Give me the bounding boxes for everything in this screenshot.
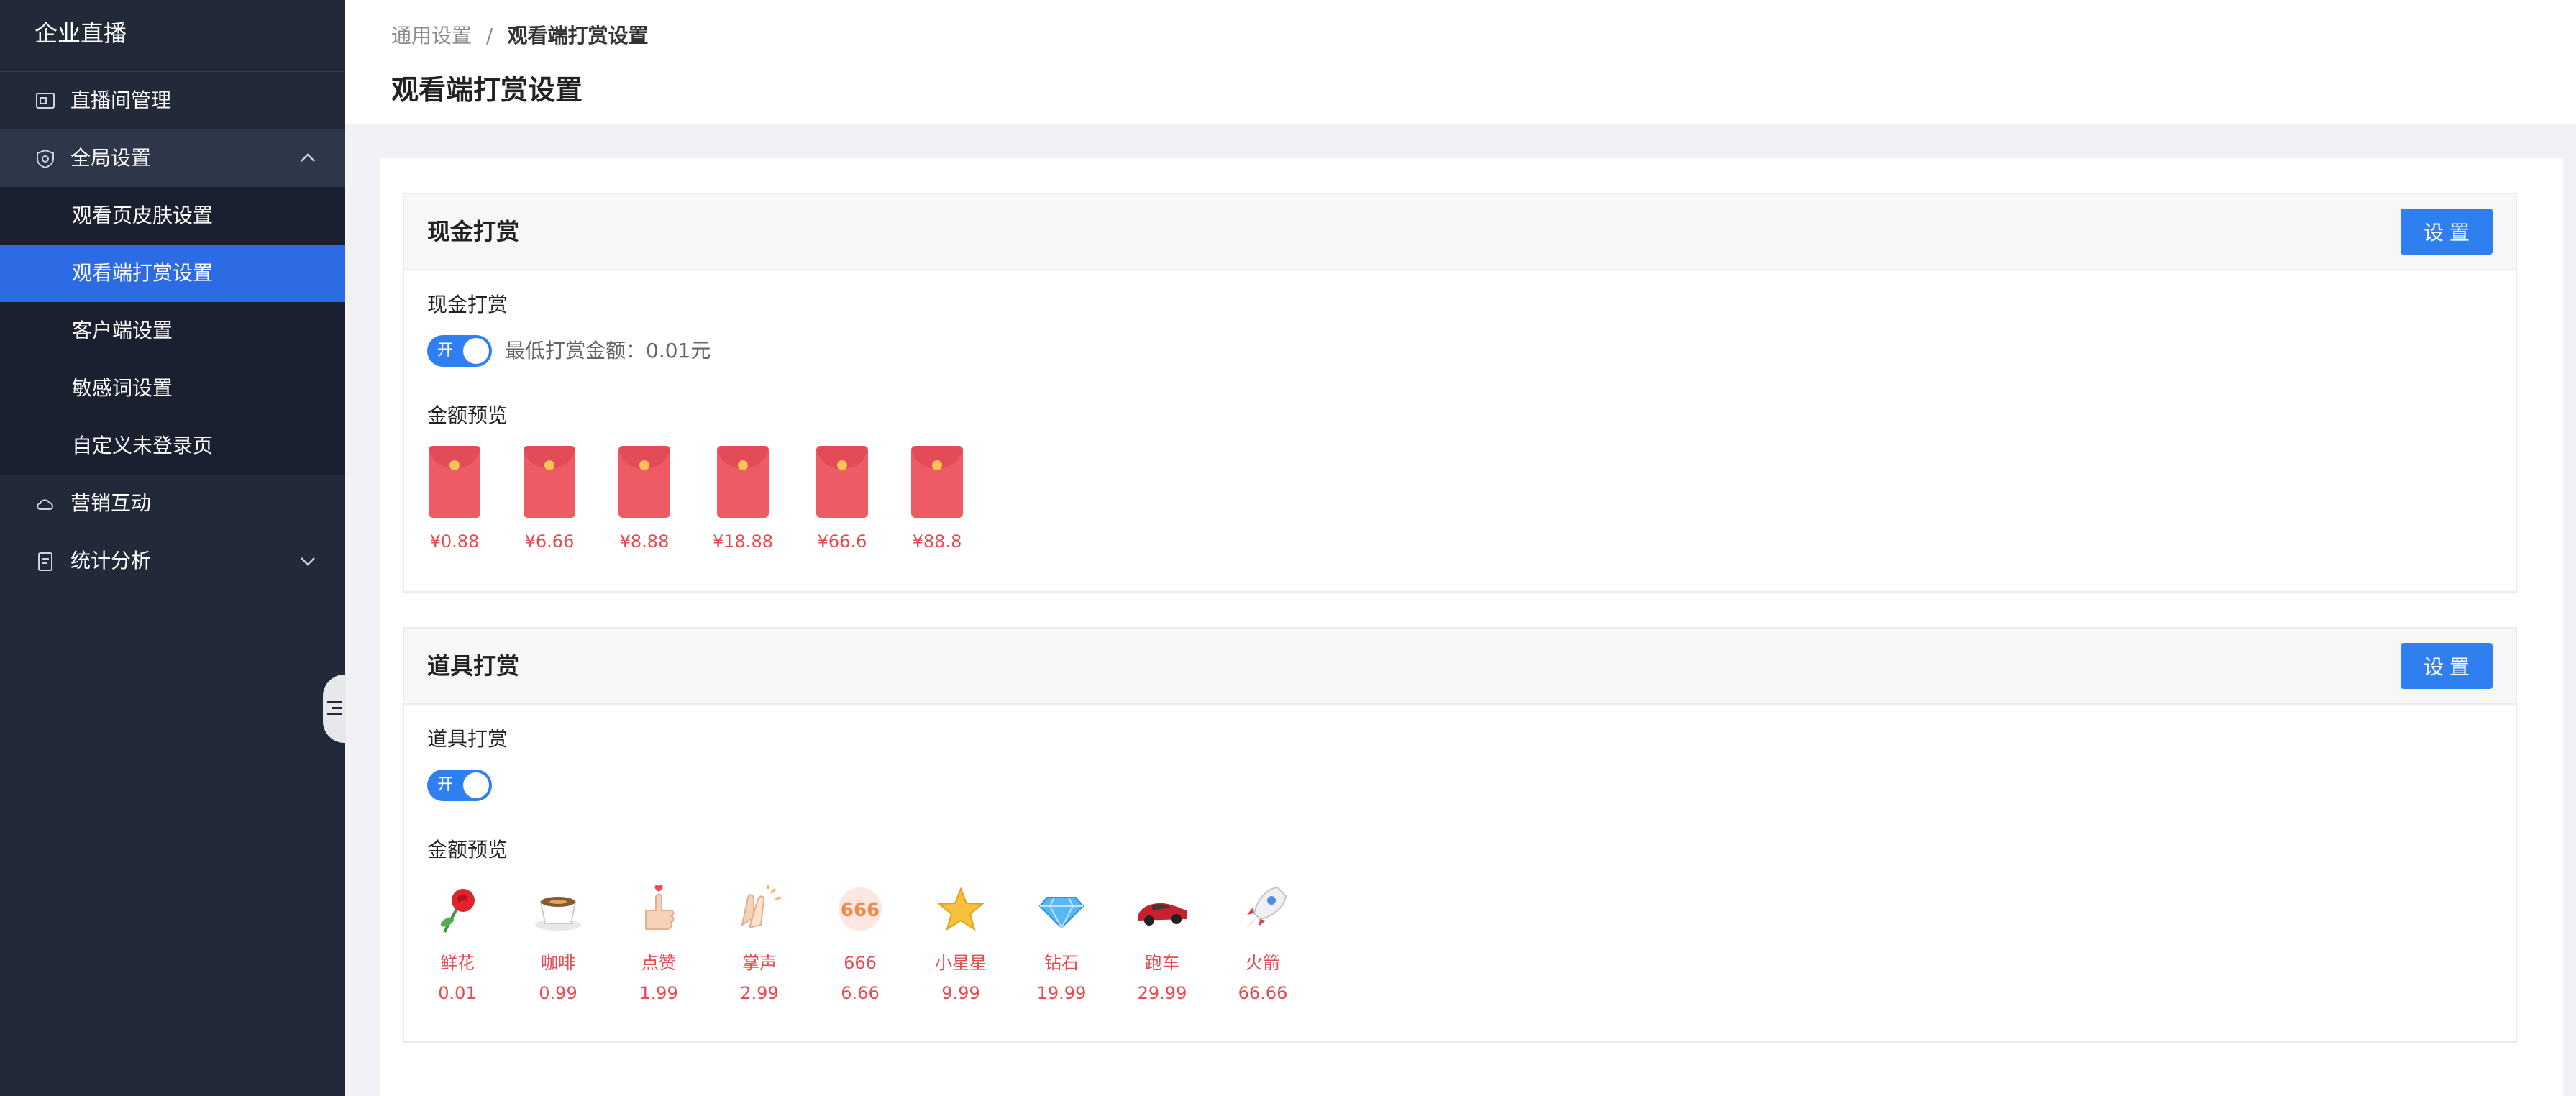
sidebar-item-live-room[interactable]: 直播间管理 bbox=[0, 72, 345, 129]
page-title: 观看端打赏设置 bbox=[391, 74, 583, 106]
gift-price: 1.99 bbox=[639, 983, 678, 1003]
envelope-amount: ¥18.88 bbox=[713, 531, 773, 552]
rocket-icon bbox=[1246, 886, 1287, 929]
card-header: 道具打赏 设置 bbox=[404, 629, 2516, 705]
breadcrumb-current: 观看端打赏设置 bbox=[507, 24, 649, 47]
gift-name: 小星星 bbox=[935, 953, 987, 973]
gift-price: 2.99 bbox=[740, 983, 779, 1003]
clap-icon bbox=[741, 885, 782, 929]
sidebar-subitem-client[interactable]: 客户端设置 bbox=[0, 302, 345, 360]
envelope-amount: ¥8.88 bbox=[619, 531, 670, 552]
page-header: 通用设置 / 观看端打赏设置 观看端打赏设置 bbox=[345, 0, 2576, 124]
sidebar-item-global-settings[interactable]: 全局设置 bbox=[0, 129, 345, 187]
svg-text:666: 666 bbox=[841, 900, 880, 921]
red-envelope-icon bbox=[429, 446, 480, 518]
card-title: 道具打赏 bbox=[427, 652, 520, 680]
gift-price: 19.99 bbox=[1036, 983, 1087, 1003]
gift-name: 火箭 bbox=[1246, 953, 1280, 973]
red-envelope-icon bbox=[524, 446, 575, 518]
sidebar-item-label: 营销互动 bbox=[70, 491, 152, 515]
sidebar-item-label: 直播间管理 bbox=[70, 88, 172, 112]
sidebar-item-label: 全局设置 bbox=[70, 146, 152, 170]
sidebar-item-label: 统计分析 bbox=[70, 549, 152, 572]
gift-name: 跑车 bbox=[1145, 953, 1179, 973]
amount-preview-label: 金额预览 bbox=[427, 838, 508, 862]
sidebar-collapse-handle[interactable] bbox=[323, 675, 346, 743]
toggle-knob bbox=[463, 338, 489, 364]
star-icon bbox=[937, 887, 985, 931]
red-envelope-icon bbox=[618, 446, 670, 518]
sidebar: 企业直播 直播间管理 全局设置 观看页皮肤设置 观看端打赏设置 客户端设置 敏感… bbox=[0, 0, 346, 1096]
gift-price: 0.99 bbox=[539, 983, 577, 1003]
chevron-down-icon bbox=[301, 557, 315, 566]
cloud-icon bbox=[37, 499, 53, 510]
min-amount-note: 最低打赏金额：0.01元 bbox=[505, 339, 711, 362]
cash-reward-toggle[interactable]: 开 bbox=[427, 335, 492, 367]
gift-price: 66.66 bbox=[1238, 983, 1288, 1003]
gift-price: 6.66 bbox=[841, 983, 880, 1003]
prop-reward-settings-button[interactable]: 设置 bbox=[2401, 643, 2493, 689]
chevron-up-icon bbox=[301, 153, 315, 162]
gift-price: 9.99 bbox=[941, 983, 980, 1003]
sidebar-subitem-login-page[interactable]: 自定义未登录页 bbox=[0, 417, 345, 475]
cash-reward-label: 现金打赏 bbox=[427, 293, 508, 316]
sidebar-item-marketing[interactable]: 营销互动 bbox=[0, 475, 345, 532]
cash-reward-settings-button[interactable]: 设置 bbox=[2401, 209, 2493, 255]
envelope-amount: ¥66.6 bbox=[817, 531, 867, 552]
envelope-amount: ¥0.88 bbox=[429, 531, 480, 552]
gift-price: 0.01 bbox=[438, 983, 477, 1003]
red-envelope-icon bbox=[816, 446, 868, 518]
prop-reward-card: 道具打赏 设置 道具打赏 开 金额预览 鲜花 0.01 咖啡 0.99 点赞 1… bbox=[403, 627, 2517, 1043]
gift-price: 29.99 bbox=[1137, 983, 1187, 1003]
prop-reward-label: 道具打赏 bbox=[427, 727, 508, 751]
gift-name: 钻石 bbox=[1044, 953, 1079, 973]
menu-collapse-icon bbox=[327, 701, 342, 715]
amount-preview-label: 金额预览 bbox=[427, 403, 508, 427]
gift-name: 点赞 bbox=[641, 953, 676, 973]
prop-reward-toggle[interactable]: 开 bbox=[427, 770, 492, 801]
gift-name: 鲜花 bbox=[440, 953, 475, 973]
main-content: 现金打赏 设置 现金打赏 开 最低打赏金额：0.01元 金额预览 ¥0.88 ¥… bbox=[380, 158, 2563, 1096]
thumbs-up-icon bbox=[645, 885, 675, 930]
toggle-knob bbox=[463, 772, 489, 798]
submenu-global-settings: 观看页皮肤设置 观看端打赏设置 客户端设置 敏感词设置 自定义未登录页 bbox=[0, 187, 345, 475]
gift-name: 咖啡 bbox=[541, 953, 575, 973]
sidebar-subitem-reward[interactable]: 观看端打赏设置 bbox=[0, 245, 345, 302]
app-logo-title: 企业直播 bbox=[0, 0, 345, 72]
diamond-icon bbox=[1038, 897, 1084, 929]
toggle-on-label: 开 bbox=[437, 342, 454, 360]
red-envelope-icon bbox=[911, 446, 963, 518]
coffee-icon bbox=[535, 897, 581, 931]
cash-reward-card: 现金打赏 设置 现金打赏 开 最低打赏金额：0.01元 金额预览 ¥0.88 ¥… bbox=[403, 193, 2517, 593]
sidebar-subitem-sensitive-words[interactable]: 敏感词设置 bbox=[0, 360, 345, 417]
breadcrumb-parent[interactable]: 通用设置 bbox=[391, 24, 472, 47]
sports-car-icon bbox=[1138, 903, 1187, 926]
envelope-amount: ¥88.8 bbox=[912, 531, 962, 552]
red-envelope-icon bbox=[717, 446, 769, 518]
sidebar-item-statistics[interactable]: 统计分析 bbox=[0, 532, 345, 590]
envelope-amount: ¥6.66 bbox=[524, 531, 575, 552]
report-icon bbox=[38, 552, 52, 571]
toggle-on-label: 开 bbox=[437, 776, 454, 794]
breadcrumb-separator: / bbox=[486, 24, 493, 47]
gift-name: 666 bbox=[844, 953, 877, 973]
card-title: 现金打赏 bbox=[427, 218, 520, 245]
gift-name: 掌声 bbox=[742, 953, 777, 973]
monitor-icon bbox=[36, 93, 55, 109]
shield-icon bbox=[37, 149, 54, 169]
666-badge-icon: 666 bbox=[839, 887, 882, 931]
breadcrumb: 通用设置 / 观看端打赏设置 bbox=[391, 23, 648, 49]
card-header: 现金打赏 设置 bbox=[404, 194, 2516, 270]
sidebar-subitem-skin[interactable]: 观看页皮肤设置 bbox=[0, 187, 345, 245]
rose-icon bbox=[440, 889, 475, 933]
